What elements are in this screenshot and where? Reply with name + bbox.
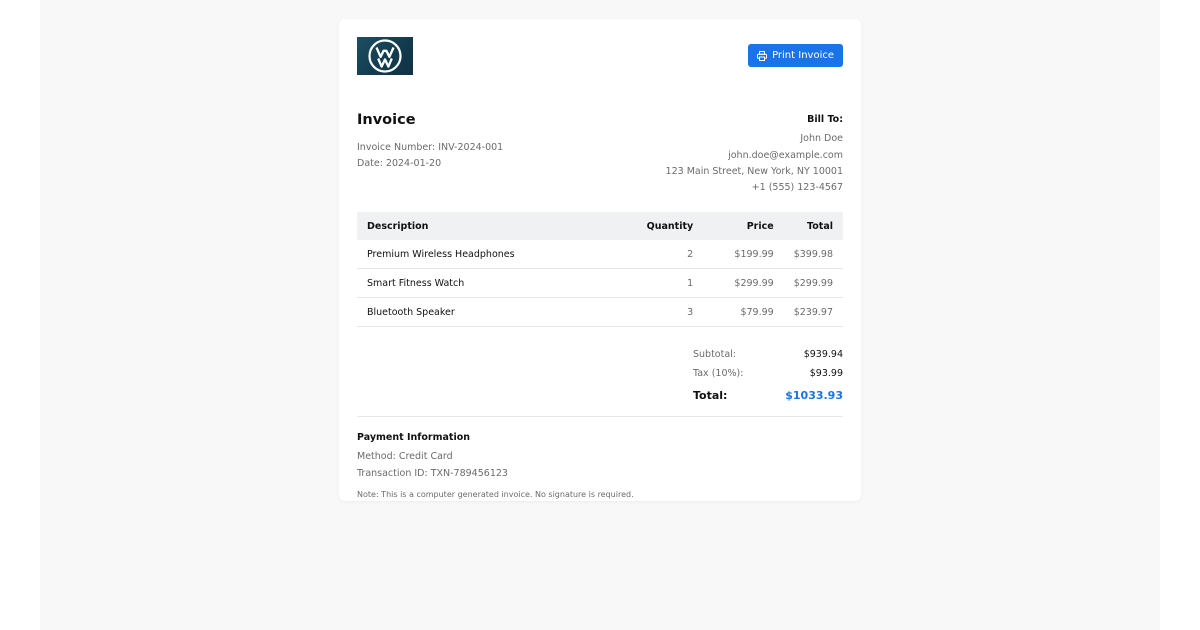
payment-method: Method: Credit Card: [357, 451, 453, 462]
item-total: $239.97: [783, 297, 843, 327]
invoice-title: Invoice: [357, 112, 416, 128]
item-quantity: 2: [603, 240, 704, 269]
item-description: Smart Fitness Watch: [357, 268, 604, 298]
bill-to-name: John Doe: [800, 133, 843, 145]
print-invoice-button[interactable]: Print Invoice: [748, 44, 843, 67]
grand-total-value: $1033.93: [785, 388, 843, 402]
item-price: $299.99: [703, 268, 784, 298]
subtotal-row: Subtotal: $939.94: [693, 345, 843, 364]
item-quantity: 1: [603, 268, 704, 298]
item-price: $199.99: [703, 240, 784, 269]
invoice-note: Note: This is a computer generated invoi…: [357, 490, 634, 499]
invoice-number: Invoice Number: INV-2024-001: [357, 142, 504, 153]
tax-value: $93.99: [809, 368, 843, 379]
vw-logo-icon: [368, 39, 402, 73]
item-total: $299.99: [783, 268, 843, 298]
items-table: Description Quantity Price Total Premium…: [357, 212, 843, 327]
item-quantity: 3: [603, 297, 704, 327]
subtotal-value: $939.94: [803, 349, 843, 360]
bill-to-block: Bill To: John Doe john.doe@example.com 1…: [666, 112, 843, 196]
table-row: Premium Wireless Headphones 2 $199.99 $3…: [357, 240, 843, 269]
payment-heading: Payment Information: [357, 432, 471, 443]
transaction-id: Transaction ID: TXN-789456123: [357, 467, 508, 479]
tax-label: Tax (10%):: [693, 368, 744, 379]
printer-icon: [757, 50, 768, 61]
column-header-description: Description: [357, 212, 604, 240]
item-price: $79.99: [703, 297, 784, 327]
invoice-meta: Invoice Number: INV-2024-001 Date: 2024-…: [357, 140, 503, 172]
column-header-price: Price: [703, 212, 784, 240]
invoice-date: Date: 2024-01-20: [357, 158, 442, 169]
totals-block: Subtotal: $939.94 Tax (10%): $93.99 Tota…: [693, 345, 843, 406]
bill-to-heading: Bill To:: [807, 114, 843, 125]
company-logo: [357, 37, 413, 75]
column-header-total: Total: [783, 212, 843, 240]
invoice-card: Print Invoice Invoice Invoice Number: IN…: [339, 19, 861, 501]
payment-details: Method: Credit Card Transaction ID: TXN-…: [357, 449, 508, 482]
column-header-quantity: Quantity: [603, 212, 704, 240]
table-header-row: Description Quantity Price Total: [357, 212, 843, 240]
print-button-label: Print Invoice: [772, 50, 834, 61]
grand-total-label: Total:: [693, 388, 728, 402]
section-divider: [357, 416, 843, 417]
table-row: Smart Fitness Watch 1 $299.99 $299.99: [357, 268, 843, 298]
bill-to-email: john.doe@example.com: [728, 149, 843, 161]
subtotal-label: Subtotal:: [693, 349, 737, 360]
item-description: Premium Wireless Headphones: [357, 240, 604, 269]
table-row: Bluetooth Speaker 3 $79.99 $239.97: [357, 297, 843, 327]
tax-row: Tax (10%): $93.99: [693, 364, 843, 383]
item-total: $399.98: [783, 240, 843, 269]
bill-to-address: 123 Main Street, New York, NY 10001: [665, 165, 843, 177]
grand-total-row: Total: $1033.93: [693, 384, 843, 406]
item-description: Bluetooth Speaker: [357, 297, 604, 327]
bill-to-phone: +1 (555) 123-4567: [751, 182, 843, 194]
